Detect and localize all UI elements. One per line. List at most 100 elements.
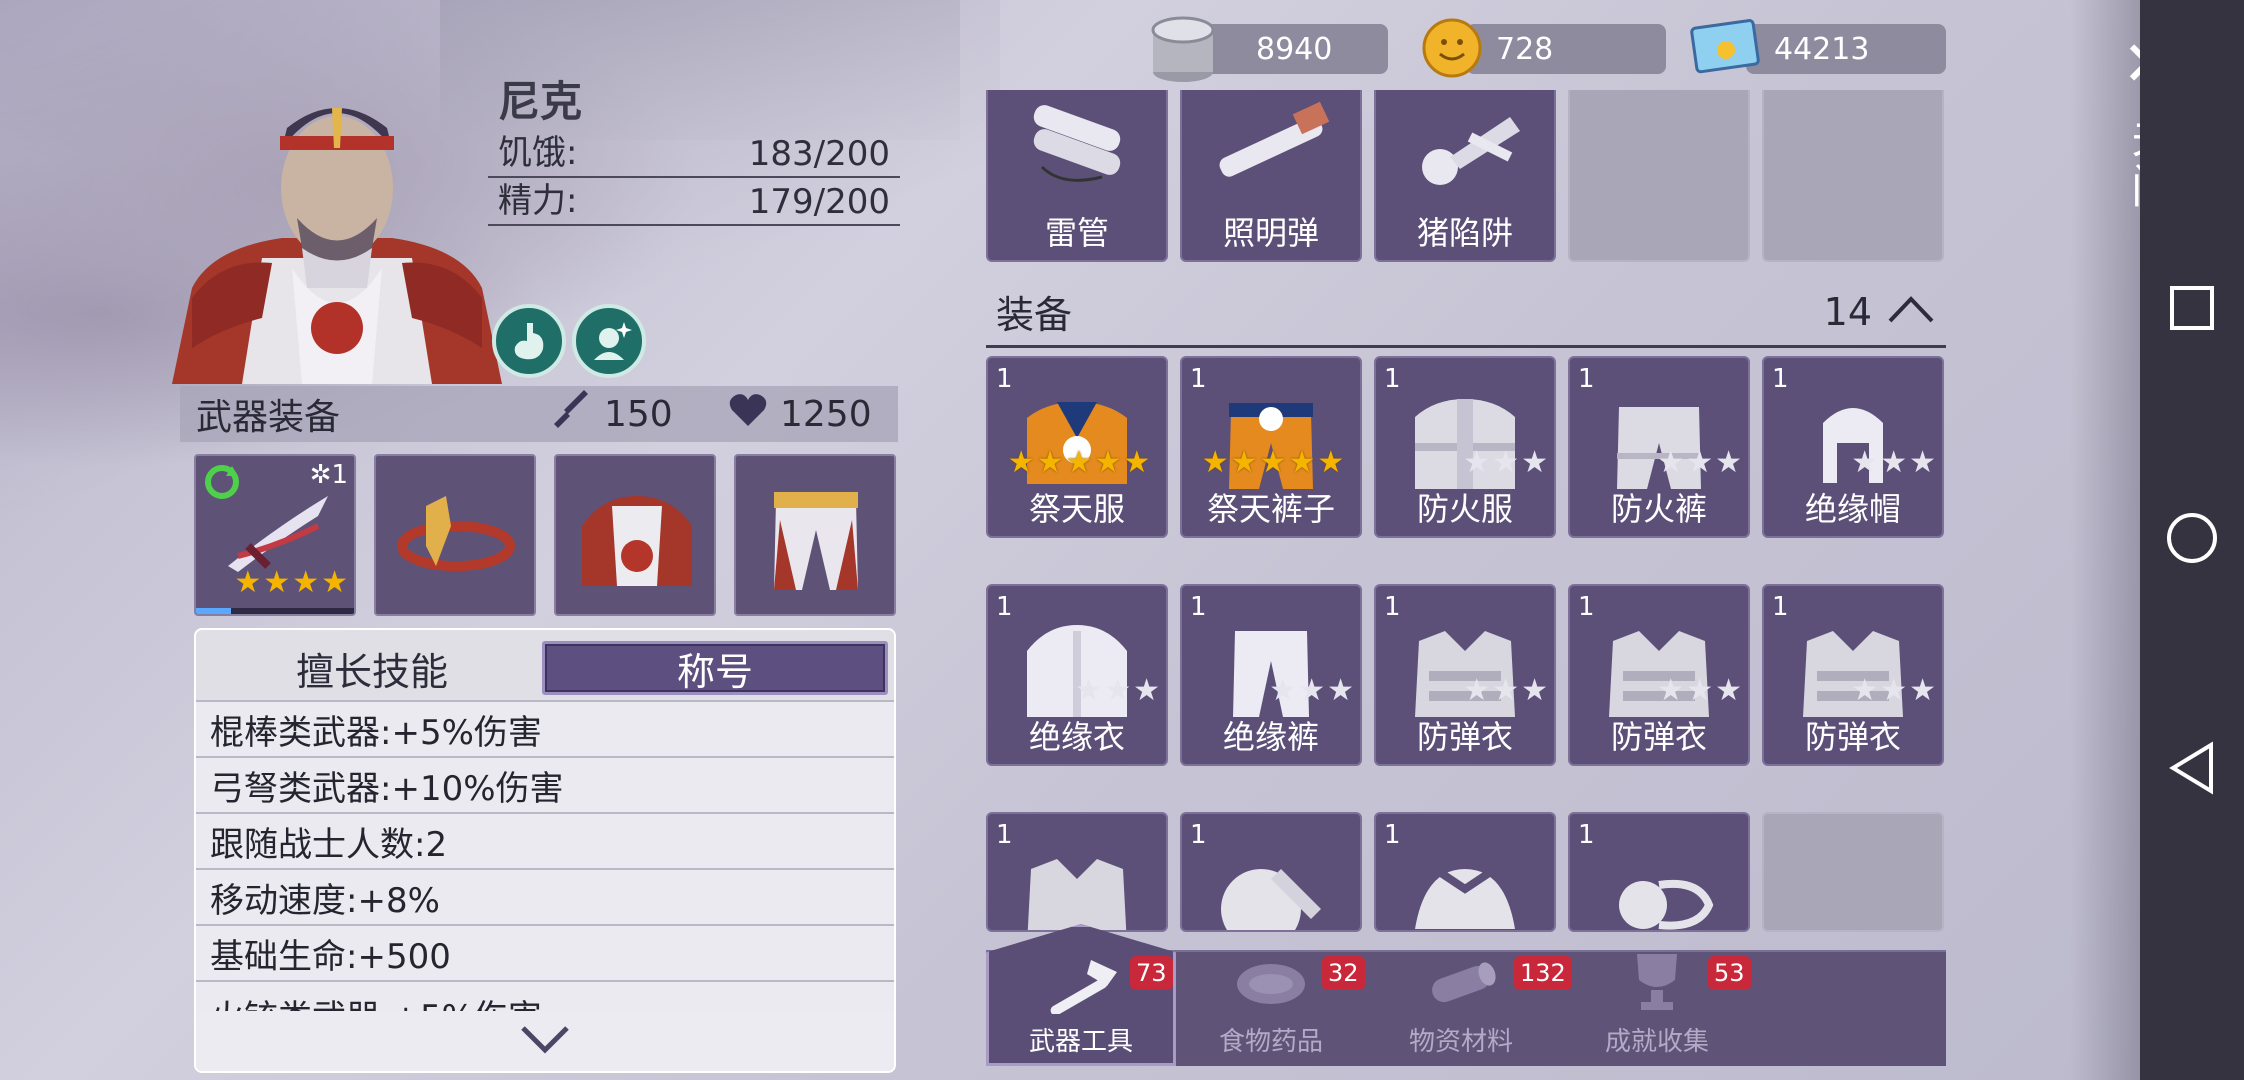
heart-icon: [728, 392, 768, 437]
star-icon: ★: [1880, 445, 1908, 480]
star-icon: ★: [1269, 673, 1297, 708]
hunger-label: 饥饿:: [498, 133, 578, 173]
equip-item[interactable]: 1 ★ ★ ★ 绝缘帽: [1762, 356, 1944, 538]
item-flare[interactable]: 照明弹: [1180, 90, 1362, 262]
item-art-icon: [1570, 388, 1748, 498]
gold-amount: 728: [1496, 31, 1554, 67]
detonator-icon: [988, 92, 1166, 202]
equip-item[interactable]: 1: [1374, 812, 1556, 932]
equip-item[interactable]: 1: [1180, 812, 1362, 932]
chevron-down-icon: [519, 1024, 571, 1058]
star-icon: ★: [1463, 445, 1491, 480]
item-art-icon: [1376, 616, 1554, 726]
item-label: 绝缘帽: [1804, 490, 1901, 528]
equipped-pants-slot[interactable]: [734, 454, 896, 616]
star-icon: ★: [1317, 445, 1345, 480]
item-art-icon: [1376, 844, 1554, 930]
skill-row: 弓弩类武器:+10%伤害: [196, 756, 894, 812]
equip-item[interactable]: 1: [986, 812, 1168, 932]
axe-icon: [1041, 954, 1121, 1021]
item-stars: ★ ★ ★: [1657, 673, 1742, 708]
star-icon: ★: [1288, 445, 1316, 480]
tab-skills[interactable]: 擅长技能: [202, 641, 542, 695]
ticket-amount: 44213: [1774, 31, 1870, 67]
skill-row: 移动速度:+8%: [196, 868, 894, 924]
silver-currency: 8940: [1188, 24, 1388, 74]
silver-amount: 8940: [1256, 31, 1333, 67]
log-icon: [1421, 954, 1501, 1021]
skills-panel: 擅长技能 称号 棍棒类武器:+5%伤害 弓弩类武器:+10%伤害 跟随战士人数:…: [194, 628, 896, 1073]
equip-item[interactable]: 1 ★ ★ ★ 绝缘衣: [986, 584, 1168, 766]
star-icon: ★: [1104, 673, 1132, 708]
equip-item[interactable]: 1 ★ ★ ★ 防火裤: [1568, 356, 1750, 538]
star-icon: ★: [1715, 673, 1742, 708]
equipped-weapon-slot[interactable]: ✲1 ★ ★ ★ ★: [194, 454, 356, 616]
weapon-equipment-title: 武器装备: [196, 397, 341, 438]
energy-label: 精力:: [498, 181, 578, 221]
skill-row: 基础生命:+500: [196, 924, 894, 980]
home-icon[interactable]: [2140, 488, 2244, 588]
ticket-icon: [1690, 16, 1762, 76]
item-art-icon: [1182, 844, 1360, 930]
item-art-icon: [1376, 388, 1554, 498]
tab-titles[interactable]: 称号: [542, 641, 888, 695]
star-icon: ★: [1851, 673, 1879, 708]
energy-stat: 精力: 179/200: [488, 181, 900, 226]
star-icon: ★: [1909, 673, 1936, 708]
item-stars: ★ ★ ★: [1269, 673, 1354, 708]
item-stars: ★ ★ ★ ★ ★: [1188, 445, 1358, 480]
item-detonator[interactable]: 雷管: [986, 90, 1168, 262]
expand-skills-button[interactable]: [196, 1011, 894, 1071]
item-label: 猪陷阱: [1416, 214, 1513, 252]
star-icon: ★: [1909, 445, 1936, 480]
equip-item[interactable]: 1 ★ ★ ★ 防弹衣: [1762, 584, 1944, 766]
equip-item[interactable]: 1 ★ ★ ★ ★ ★ 祭天服: [986, 356, 1168, 538]
equip-item[interactable]: 1 ★ ★ ★ 防火服: [1374, 356, 1556, 538]
weapon-stars: ★ ★ ★ ★: [234, 565, 348, 600]
tab-label: 食物药品: [1218, 1027, 1323, 1057]
item-art-icon: [988, 388, 1166, 498]
star-icon: ★: [1259, 445, 1287, 480]
equip-section-count: 14: [1823, 289, 1872, 334]
equip-item[interactable]: 1 ★ ★ ★ 绝缘裤: [1180, 584, 1362, 766]
trap-icon: [1376, 92, 1554, 202]
item-stars: ★ ★ ★: [1463, 445, 1548, 480]
star-icon: ★: [1657, 445, 1685, 480]
star-icon: ★: [1201, 445, 1229, 480]
star-icon: ★: [1298, 673, 1326, 708]
item-pig-trap[interactable]: 猪陷阱: [1374, 90, 1556, 262]
item-stars: ★ ★ ★: [1851, 673, 1936, 708]
chevron-up-icon[interactable]: [1886, 290, 1936, 334]
star-icon: ★: [1123, 445, 1151, 480]
hunger-stat: 饥饿: 183/200: [488, 133, 900, 178]
item-stars: ★ ★ ★: [1463, 673, 1548, 708]
equip-item[interactable]: 1 ★ ★ ★ ★ ★ 祭天裤子: [1180, 356, 1362, 538]
item-stars: ★ ★ ★: [1075, 673, 1160, 708]
horse-amulet-icon: [396, 486, 516, 590]
item-art-icon: [1182, 616, 1360, 726]
star-icon: ★: [1075, 673, 1103, 708]
item-label: 绝缘衣: [1028, 718, 1125, 756]
equipped-top-slot[interactable]: [554, 454, 716, 616]
recent-apps-icon[interactable]: [2140, 258, 2244, 358]
tab-label: 武器工具: [1028, 1027, 1133, 1057]
equipped-accessory-slot[interactable]: [374, 454, 536, 616]
star-icon: ★: [1065, 445, 1093, 480]
equip-item[interactable]: 1 ★ ★ ★ 防弹衣: [1568, 584, 1750, 766]
star-icon: ★: [1327, 673, 1354, 708]
item-stars: ★ ★ ★ ★ ★: [994, 445, 1164, 480]
back-icon[interactable]: [2140, 718, 2244, 818]
tab-label: 成就收集: [1604, 1027, 1709, 1057]
equip-item[interactable]: 1 ★ ★ ★ 防弹衣: [1374, 584, 1556, 766]
equip-item[interactable]: 1: [1568, 812, 1750, 932]
attack-value: 150: [604, 393, 673, 435]
robe-pants-icon: [766, 480, 866, 604]
meat-icon: [1231, 954, 1311, 1021]
star-icon: ★: [1715, 445, 1742, 480]
attack-stat: 150: [552, 389, 673, 439]
stomach-buff-icon[interactable]: [492, 304, 566, 378]
item-art-icon: [988, 616, 1166, 726]
item-label: 防弹衣: [1804, 718, 1901, 756]
equip-section-header[interactable]: 装备 14: [986, 278, 1946, 348]
sparkle-person-buff-icon[interactable]: [572, 304, 646, 378]
